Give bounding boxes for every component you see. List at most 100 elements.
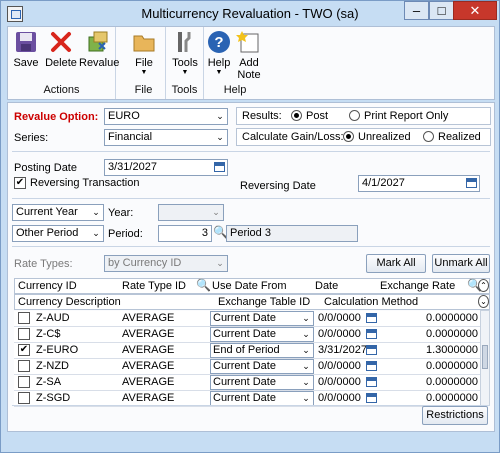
chevron-down-icon: ⌄ bbox=[302, 345, 310, 355]
table-row[interactable]: Z-C$ AVERAGE Current Date ⌄ 0/0/0000 0.000000… bbox=[14, 327, 480, 343]
tools-menu-button[interactable]: Tools ▼ bbox=[171, 29, 199, 77]
lookup-icon[interactable]: 🔍 bbox=[196, 278, 211, 292]
header-currency-description[interactable]: Currency Description bbox=[18, 296, 121, 308]
row-currency-id: Z-EURO bbox=[36, 344, 79, 356]
period-field[interactable]: 3 bbox=[158, 225, 212, 242]
revalue-option-select[interactable]: EURO ⌄ bbox=[104, 108, 228, 125]
revalue-button[interactable]: Revalue bbox=[79, 29, 119, 69]
table-row[interactable]: Z-AUD AVERAGE Current Date ⌄ 0/0/0000 0.00000… bbox=[14, 311, 480, 327]
save-button[interactable]: Save bbox=[12, 29, 40, 69]
collapse-icon[interactable]: ⌃ bbox=[478, 279, 489, 292]
calendar-icon[interactable] bbox=[366, 377, 377, 387]
folder-icon bbox=[131, 29, 157, 55]
close-button[interactable]: ✕ bbox=[453, 1, 497, 20]
row-use-date-select[interactable]: Current Date ⌄ bbox=[210, 327, 314, 342]
period-name-field: Period 3 bbox=[226, 225, 358, 242]
mark-all-button[interactable]: Mark All bbox=[366, 254, 426, 273]
results-post-radio[interactable]: Post bbox=[291, 110, 328, 122]
row-date: 0/0/0000 bbox=[318, 360, 361, 372]
chevron-down-icon: ⌄ bbox=[92, 207, 100, 217]
chevron-down-icon: ⌄ bbox=[212, 207, 220, 217]
calendar-icon[interactable] bbox=[366, 393, 377, 403]
row-use-date-select[interactable]: Current Date ⌄ bbox=[210, 311, 314, 326]
chevron-down-icon: ▼ bbox=[181, 69, 189, 76]
file-menu-button[interactable]: File ▼ bbox=[130, 29, 158, 77]
row-use-date-select[interactable]: Current Date ⌄ bbox=[210, 391, 314, 406]
row-checkbox[interactable] bbox=[18, 360, 30, 372]
row-rate-type: AVERAGE bbox=[122, 312, 175, 324]
calendar-icon[interactable] bbox=[366, 345, 377, 355]
row-rate-type: AVERAGE bbox=[122, 328, 175, 340]
row-currency-id: Z-NZD bbox=[36, 360, 69, 372]
results-print-radio[interactable]: Print Report Only bbox=[349, 110, 448, 122]
header-exchange-table-id[interactable]: Exchange Table ID bbox=[218, 296, 310, 308]
reversing-date-field[interactable]: 4/1/2027 bbox=[358, 175, 480, 192]
year-select[interactable]: ⌄ bbox=[158, 204, 224, 221]
row-checkbox[interactable] bbox=[18, 328, 30, 340]
main-panel: Revalue Option: EURO ⌄ Series: Financial… bbox=[7, 102, 495, 432]
help-question-icon: ? bbox=[206, 29, 232, 55]
period-mode-select[interactable]: Other Period ⌄ bbox=[12, 225, 104, 242]
calendar-icon[interactable] bbox=[466, 178, 477, 188]
row-checkbox[interactable] bbox=[18, 392, 30, 404]
delete-button[interactable]: Delete bbox=[44, 29, 78, 69]
row-exchange-rate: 0.0000000 bbox=[426, 328, 478, 340]
results-label: Results: bbox=[242, 110, 282, 122]
row-use-date-select[interactable]: Current Date ⌄ bbox=[210, 375, 314, 390]
row-rate-type: AVERAGE bbox=[122, 360, 175, 372]
row-exchange-rate: 0.0000000 bbox=[426, 376, 478, 388]
row-date: 0/0/0000 bbox=[318, 328, 361, 340]
row-checkbox[interactable] bbox=[18, 312, 30, 324]
chevron-down-icon: ⌄ bbox=[216, 258, 224, 268]
row-use-date-select[interactable]: End of Period ⌄ bbox=[210, 343, 314, 358]
header-exchange-rate[interactable]: Exchange Rate bbox=[380, 280, 455, 292]
calendar-icon[interactable] bbox=[214, 162, 225, 172]
header-calculation-method[interactable]: Calculation Method bbox=[324, 296, 418, 308]
gain-realized-radio[interactable]: Realized bbox=[423, 131, 481, 143]
ribbon-group-label-file: File bbox=[134, 84, 153, 96]
table-row[interactable]: Z-SA AVERAGE Current Date ⌄ 0/0/0000 0.000000… bbox=[14, 375, 480, 391]
rate-types-select[interactable]: by Currency ID ⌄ bbox=[104, 255, 228, 272]
ribbon-group-label-tools: Tools bbox=[171, 84, 198, 96]
calendar-icon[interactable] bbox=[366, 329, 377, 339]
row-use-date-select[interactable]: Current Date ⌄ bbox=[210, 359, 314, 374]
svg-text:?: ? bbox=[214, 34, 223, 51]
ribbon: Save Delete Revalue Actions File ▼ File … bbox=[7, 26, 495, 100]
radio-selected-icon bbox=[343, 131, 354, 142]
ribbon-group-help: ? Help ▼ Add Note Help bbox=[204, 27, 266, 99]
gain-unrealized-radio[interactable]: Unrealized bbox=[343, 131, 411, 143]
reversing-transaction-checkbox[interactable]: ✔ bbox=[14, 177, 26, 189]
chevron-down-icon: ▼ bbox=[140, 69, 148, 76]
maximize-button[interactable]: □ bbox=[429, 1, 454, 20]
calendar-icon[interactable] bbox=[366, 361, 377, 371]
ribbon-group-label-actions: Actions bbox=[43, 84, 80, 96]
expand-icon[interactable]: ⌄ bbox=[478, 295, 489, 308]
header-currency-id[interactable]: Currency ID bbox=[18, 280, 77, 292]
restrictions-button[interactable]: Restrictions bbox=[422, 406, 488, 425]
header-rate-type-id[interactable]: Rate Type ID bbox=[122, 280, 186, 292]
row-checkbox[interactable]: ✔ bbox=[18, 344, 30, 356]
grid-scrollbar[interactable] bbox=[480, 310, 490, 406]
calendar-icon[interactable] bbox=[366, 313, 377, 323]
divider bbox=[12, 151, 490, 152]
posting-date-label: Posting Date bbox=[14, 162, 77, 174]
minimize-button[interactable]: – bbox=[404, 1, 429, 20]
status-bar bbox=[7, 432, 495, 450]
header-date[interactable]: Date bbox=[315, 280, 338, 292]
year-mode-select[interactable]: Current Year ⌄ bbox=[12, 204, 104, 221]
revalue-option-label: Revalue Option: bbox=[14, 111, 99, 123]
table-row[interactable]: ✔ Z-EURO AVERAGE End of Period ⌄ 3/31/2027 1.3… bbox=[14, 343, 480, 359]
grid-header-row-2: Currency Description Exchange Table ID C… bbox=[14, 294, 490, 310]
help-menu-button[interactable]: ? Help ▼ bbox=[206, 29, 232, 77]
scrollbar-thumb[interactable] bbox=[482, 345, 488, 369]
row-exchange-rate: 0.0000000 bbox=[426, 312, 478, 324]
row-currency-id: Z-C$ bbox=[36, 328, 61, 340]
posting-date-field[interactable]: 3/31/2027 bbox=[104, 159, 228, 176]
gain-loss-group: Calculate Gain/Loss: Unrealized Realized bbox=[236, 128, 491, 146]
row-checkbox[interactable] bbox=[18, 376, 30, 388]
header-use-date-from[interactable]: Use Date From bbox=[212, 280, 287, 292]
table-row[interactable]: Z-NZD AVERAGE Current Date ⌄ 0/0/0000 0.00000… bbox=[14, 359, 480, 375]
unmark-all-button[interactable]: Unmark All bbox=[432, 254, 490, 273]
series-select[interactable]: Financial ⌄ bbox=[104, 129, 228, 146]
add-note-button[interactable]: Add Note bbox=[234, 29, 264, 81]
